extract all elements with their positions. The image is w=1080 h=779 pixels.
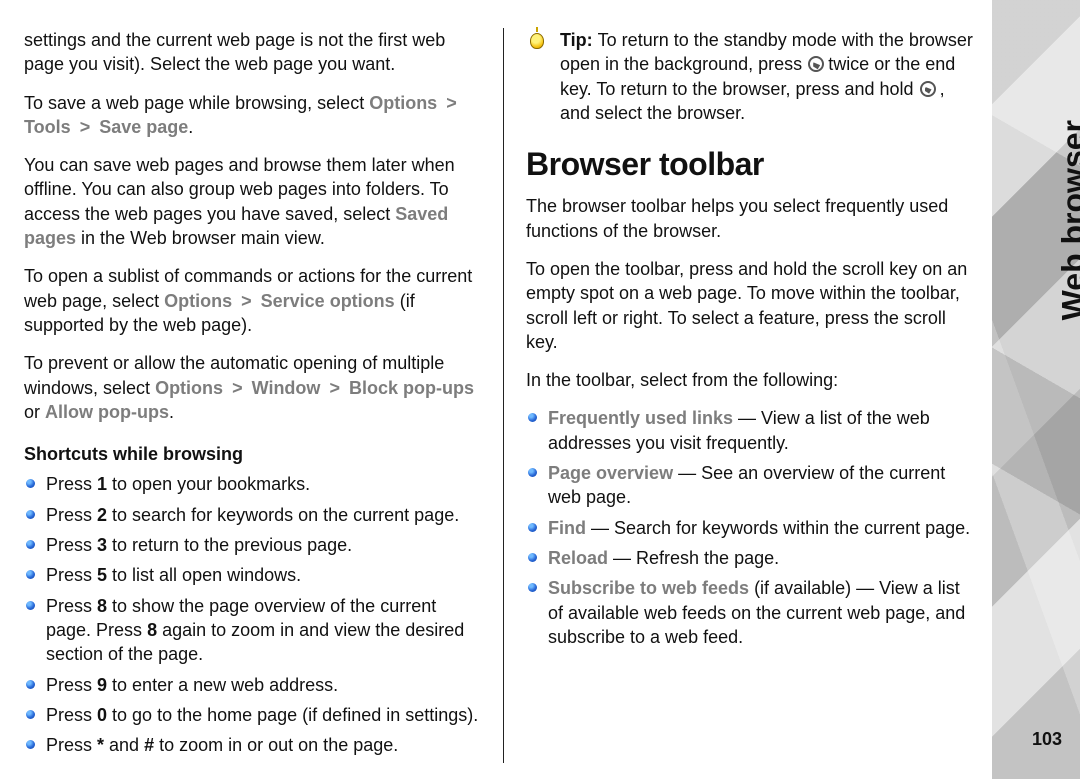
list-item: Page overview — See an overview of the c… bbox=[526, 461, 978, 510]
key-0: 0 bbox=[97, 705, 107, 725]
key-9: 9 bbox=[97, 675, 107, 695]
text: Press bbox=[46, 565, 97, 585]
menu-path-options: Options bbox=[164, 291, 232, 311]
tip-text: Tip: To return to the standby mode with … bbox=[560, 28, 978, 125]
text: Press bbox=[46, 675, 97, 695]
text: to enter a new web address. bbox=[107, 675, 338, 695]
page-number: 103 bbox=[1032, 727, 1062, 751]
menu-path-service-options: Service options bbox=[261, 291, 395, 311]
list-item: Press 1 to open your bookmarks. bbox=[24, 472, 481, 496]
para: To open the toolbar, press and hold the … bbox=[526, 257, 978, 354]
list-item: Press 8 to show the page overview of the… bbox=[24, 594, 481, 667]
menu-sep: > bbox=[228, 378, 247, 398]
text: Press bbox=[46, 596, 97, 616]
text: to zoom in or out on the page. bbox=[154, 735, 398, 755]
section-title: Web browser bbox=[1052, 120, 1080, 320]
text: to go to the home page (if defined in se… bbox=[107, 705, 478, 725]
para: To open a sublist of commands or actions… bbox=[24, 264, 481, 337]
text: Press bbox=[46, 735, 97, 755]
opt-page-overview: Page overview bbox=[548, 463, 673, 483]
key-8: 8 bbox=[147, 620, 157, 640]
column-left: settings and the current web page is not… bbox=[24, 28, 504, 763]
opt-find: Find bbox=[548, 518, 586, 538]
para: settings and the current web page is not… bbox=[24, 28, 481, 77]
menu-path-tools: Tools bbox=[24, 117, 71, 137]
text: To save a web page while browsing, selec… bbox=[24, 93, 369, 113]
page-content: settings and the current web page is not… bbox=[0, 0, 992, 779]
para: To prevent or allow the automatic openin… bbox=[24, 351, 481, 424]
side-tab: Web browser 103 bbox=[992, 0, 1080, 779]
heading-browser-toolbar: Browser toolbar bbox=[526, 143, 978, 186]
key-8: 8 bbox=[97, 596, 107, 616]
text: to return to the previous page. bbox=[107, 535, 352, 555]
key-1: 1 bbox=[97, 474, 107, 494]
text: to search for keywords on the current pa… bbox=[107, 505, 459, 525]
key-2: 2 bbox=[97, 505, 107, 525]
list-item: Find — Search for keywords within the cu… bbox=[526, 516, 978, 540]
key-3: 3 bbox=[97, 535, 107, 555]
tip-label: Tip: bbox=[560, 30, 598, 50]
tip-block: Tip: To return to the standby mode with … bbox=[526, 28, 978, 125]
para: In the toolbar, select from the followin… bbox=[526, 368, 978, 392]
list-item: Press * and # to zoom in or out on the p… bbox=[24, 733, 481, 757]
column-right: Tip: To return to the standby mode with … bbox=[504, 28, 982, 763]
menu-path-save-page: Save page bbox=[99, 117, 188, 137]
text: — Search for keywords within the current… bbox=[586, 518, 970, 538]
lightbulb-icon bbox=[526, 29, 550, 53]
text: to list all open windows. bbox=[107, 565, 301, 585]
menu-key-icon bbox=[919, 81, 935, 97]
shortcut-list: Press 1 to open your bookmarks. Press 2 … bbox=[24, 472, 481, 763]
text: Press bbox=[46, 474, 97, 494]
menu-key-icon bbox=[807, 56, 823, 72]
text: Press bbox=[46, 505, 97, 525]
text: in the Web browser main view. bbox=[81, 228, 325, 248]
list-item: Press 3 to return to the previous page. bbox=[24, 533, 481, 557]
toolbar-list: Frequently used links — View a list of t… bbox=[526, 406, 978, 655]
key-star: * bbox=[97, 735, 104, 755]
list-item: Press 2 to search for keywords on the cu… bbox=[24, 503, 481, 527]
text: — Refresh the page. bbox=[608, 548, 779, 568]
opt-subscribe-feeds: Subscribe to web feeds bbox=[548, 578, 749, 598]
para: You can save web pages and browse them l… bbox=[24, 153, 481, 250]
menu-sep: > bbox=[442, 93, 461, 113]
menu-sep: > bbox=[237, 291, 256, 311]
para: The browser toolbar helps you select fre… bbox=[526, 194, 978, 243]
text: or bbox=[24, 402, 45, 422]
menu-sep: > bbox=[76, 117, 95, 137]
text: Press bbox=[46, 535, 97, 555]
key-5: 5 bbox=[97, 565, 107, 585]
para: To save a web page while browsing, selec… bbox=[24, 91, 481, 140]
text: Press bbox=[46, 705, 97, 725]
list-item: Press 0 to go to the home page (if defin… bbox=[24, 703, 481, 727]
menu-path-allow-popups: Allow pop-ups bbox=[45, 402, 169, 422]
opt-reload: Reload bbox=[548, 548, 608, 568]
text: to open your bookmarks. bbox=[107, 474, 310, 494]
menu-path-options: Options bbox=[155, 378, 223, 398]
menu-path-options: Options bbox=[369, 93, 437, 113]
text: and bbox=[104, 735, 144, 755]
list-item: Reload — Refresh the page. bbox=[526, 546, 978, 570]
list-item: Press 9 to enter a new web address. bbox=[24, 673, 481, 697]
text: You can save web pages and browse them l… bbox=[24, 155, 455, 224]
list-item: Frequently used links — View a list of t… bbox=[526, 406, 978, 455]
menu-sep: > bbox=[325, 378, 344, 398]
menu-path-block-popups: Block pop-ups bbox=[349, 378, 474, 398]
list-item: Subscribe to web feeds (if available) — … bbox=[526, 576, 978, 649]
key-hash: # bbox=[144, 735, 154, 755]
opt-frequently-used-links: Frequently used links bbox=[548, 408, 733, 428]
menu-path-window: Window bbox=[252, 378, 321, 398]
subheading-shortcuts: Shortcuts while browsing bbox=[24, 442, 481, 466]
list-item: Press 5 to list all open windows. bbox=[24, 563, 481, 587]
